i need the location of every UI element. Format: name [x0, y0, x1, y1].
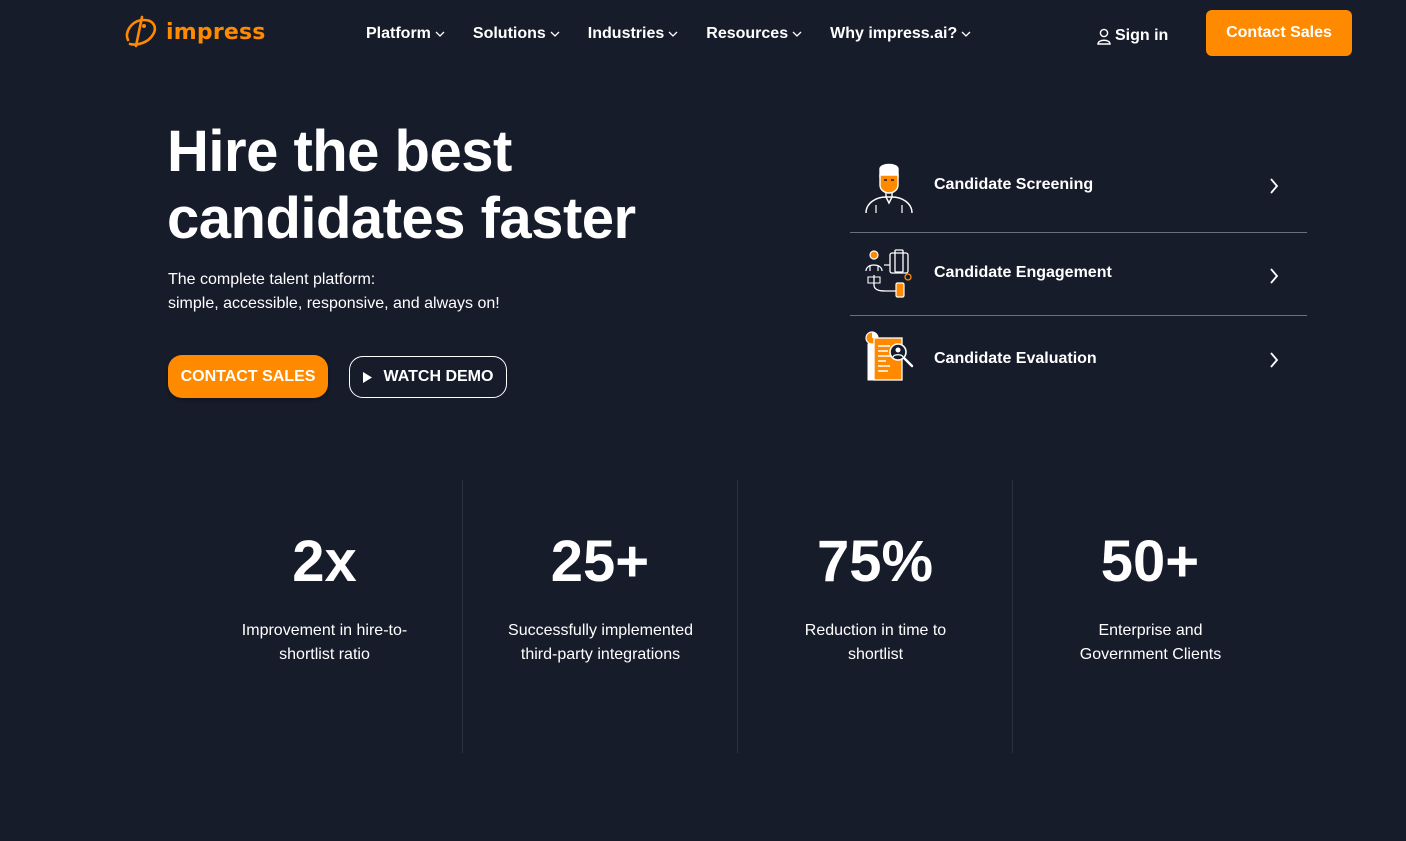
stat-value: 75% [816, 529, 934, 594]
chevron-down-icon [668, 31, 678, 37]
nav-item-resources[interactable]: Resources [706, 25, 802, 43]
stat-item: 25+ Successfully implemented third-party… [462, 480, 737, 753]
chevron-right-icon [1270, 268, 1279, 284]
stat-label: Reduction in time to shortlist [804, 622, 947, 663]
chevron-down-icon [961, 31, 971, 37]
stat-value: 2x [292, 529, 357, 594]
chevron-right-icon [1270, 178, 1279, 194]
nav-item-label: Platform [366, 25, 431, 42]
hero-subtitle: The complete talent platform: simple, ac… [168, 268, 668, 316]
brand-logo[interactable]: impress [122, 14, 266, 50]
hero-subtitle-line: The complete talent platform: [168, 271, 376, 288]
candidate-evaluation-icon [865, 331, 914, 381]
stats-section: 2x Improvement in hire-to-shortlist rati… [187, 480, 1287, 753]
hero-subtitle-line: simple, accessible, responsive, and alwa… [168, 295, 500, 312]
feature-candidate-screening[interactable]: Candidate Screening [850, 145, 1307, 232]
impress-logo-icon [125, 15, 157, 48]
nav-item-label: Solutions [472, 25, 546, 42]
stat-value: 25+ [550, 529, 650, 594]
stat-label: Improvement in hire-to-shortlist ratio [241, 622, 408, 663]
stat-item: 75% Reduction in time to shortlist [737, 480, 1012, 753]
candidate-engagement-icon [865, 249, 912, 298]
main-menu: Platform Solutions Industries Resources … [366, 25, 999, 43]
feature-label: Candidate Screening [934, 176, 1094, 193]
feature-candidate-evaluation[interactable]: Candidate Evaluation [850, 316, 1307, 398]
chevron-right-icon [1270, 352, 1279, 368]
stat-item: 50+ Enterprise and Government Clients [1012, 480, 1287, 753]
nav-item-why-impress[interactable]: Why impress.ai? [830, 25, 971, 43]
stat-item: 2x Improvement in hire-to-shortlist rati… [187, 480, 462, 753]
contact-sales-button[interactable]: CONTACT SALES [168, 355, 328, 398]
chevron-down-icon [435, 31, 445, 37]
sign-in-label: Sign in [1115, 27, 1169, 44]
sign-in-link[interactable]: Sign in [1096, 27, 1168, 45]
candidate-screening-icon [865, 163, 913, 214]
top-navigation: impress Platform Solutions Industries Re… [0, 0, 1406, 70]
brand-name: impress [166, 19, 266, 45]
feature-list: Candidate Screening Candidate Engagement [850, 145, 1307, 398]
nav-item-label: Industries [587, 25, 665, 42]
stat-label: Successfully implemented third-party int… [508, 622, 693, 663]
feature-candidate-engagement[interactable]: Candidate Engagement [850, 233, 1307, 315]
nav-item-label: Resources [706, 25, 789, 42]
nav-item-label: Why impress.ai? [830, 25, 958, 42]
nav-item-industries[interactable]: Industries [588, 25, 678, 43]
stat-value: 50+ [1100, 529, 1200, 594]
watch-demo-label: WATCH DEMO [383, 368, 494, 385]
hero-title: Hire the best candidates faster [167, 119, 636, 251]
feature-label: Candidate Evaluation [934, 350, 1097, 367]
chevron-down-icon [550, 31, 560, 37]
play-icon [362, 371, 372, 383]
contact-sales-nav-button[interactable]: Contact Sales [1206, 10, 1352, 56]
feature-label: Candidate Engagement [934, 264, 1112, 281]
nav-item-solutions[interactable]: Solutions [473, 25, 560, 43]
watch-demo-button[interactable]: WATCH DEMO [349, 356, 507, 398]
user-icon [1097, 28, 1111, 45]
nav-item-platform[interactable]: Platform [366, 25, 445, 43]
chevron-down-icon [792, 31, 802, 37]
stat-label: Enterprise and Government Clients [1079, 622, 1222, 663]
